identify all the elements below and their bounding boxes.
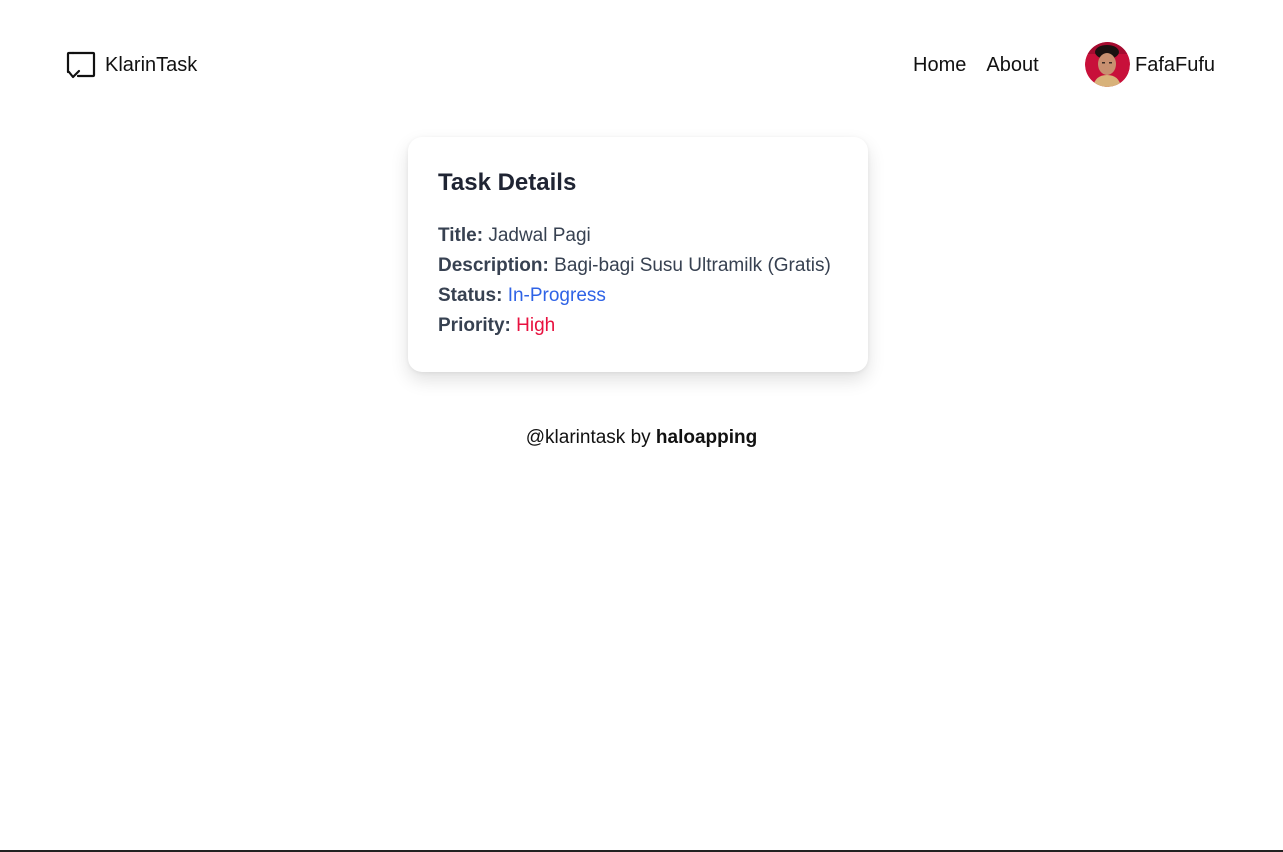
task-title-row: Title: Jadwal Pagi [438,221,838,251]
page: KlarinTask Home About FafaFufu Task Deta… [0,0,1283,852]
task-description-label: Description: [438,255,549,276]
username: FafaFufu [1135,53,1216,76]
task-priority-label: Priority: [438,315,511,336]
user-menu[interactable]: FafaFufu [1085,42,1215,87]
nav-about-link[interactable]: About [986,50,1038,80]
brand-name: KlarinTask [105,54,198,76]
task-title-value: Jadwal Pagi [488,225,591,246]
task-priority-value: High [516,315,556,336]
card-title: Task Details [438,169,577,196]
footer: @klarintask by haloapping [0,425,1283,451]
task-status-value: In-Progress [507,285,606,306]
task-description-row: Description: Bagi-bagi Susu Ultramilk (G… [438,251,838,281]
task-title-label: Title: [438,225,484,246]
task-status-label: Status: [438,285,503,306]
checkbox-logo-icon [66,51,96,79]
task-status-row: Status: In-Progress [438,281,838,311]
task-priority-row: Priority: High [438,311,838,341]
main-nav: Home About [913,50,1039,80]
footer-prefix: @klarintask by [525,427,651,448]
task-description-value: Bagi-bagi Susu Ultramilk (Gratis) [554,255,831,276]
brand-link[interactable]: KlarinTask [66,50,197,80]
top-navbar: KlarinTask Home About FafaFufu [0,40,1283,90]
task-details-card: Task Details Title: Jadwal Pagi Descript… [408,137,868,372]
avatar[interactable] [1085,42,1130,87]
footer-author-link[interactable]: haloapping [656,427,757,448]
nav-home-link[interactable]: Home [913,50,966,80]
